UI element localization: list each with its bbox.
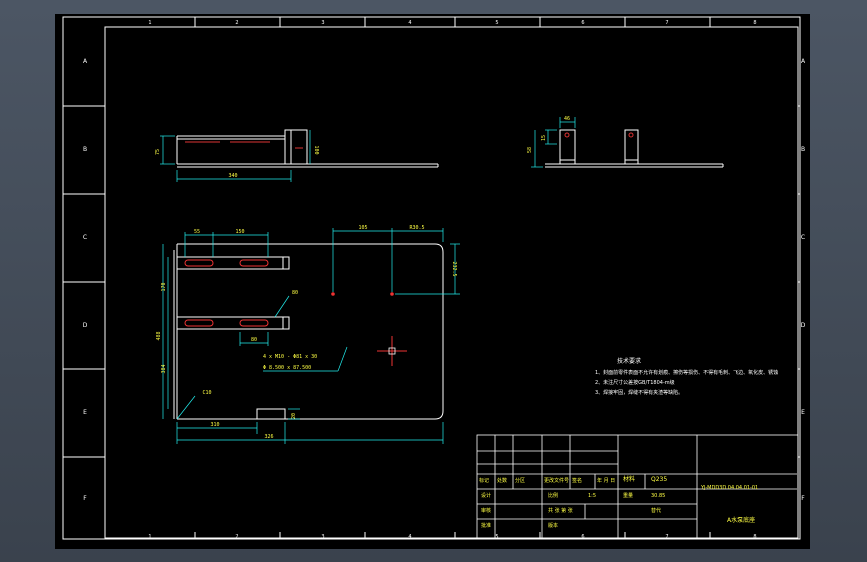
tb-scale-label: 比例 xyxy=(548,492,558,499)
col-label-3: 3 xyxy=(321,20,324,26)
plan-dim-80a: 80 xyxy=(292,290,298,296)
plan-dim-384: 384 xyxy=(161,364,167,373)
plan-dim-r: R30.5 xyxy=(409,225,424,231)
front-dim-side: 75 xyxy=(155,149,161,155)
note-line-2: 2、未注尺寸公差按GB/T1804-m级 xyxy=(595,379,675,386)
note-line-3: 3、焊接牢固，焊缝不得有夹渣等缺陷。 xyxy=(595,389,683,396)
row-label-f: F xyxy=(83,495,87,502)
tb-header-2: 处数 xyxy=(497,477,507,484)
hole-note-2: Φ 8.500 x 87.500 xyxy=(263,365,311,371)
tb-design: 设计 xyxy=(481,492,491,499)
plan-dim-488: 488 xyxy=(156,331,162,340)
tb-weight-label: 重量 xyxy=(623,492,633,499)
front-dim-height: 100 xyxy=(313,145,319,154)
col-label-4-bottom: 4 xyxy=(408,534,411,540)
title-block: 材料 Q235 YJ-MDD3D.04.04.01-01 标记 处数 分区 更改… xyxy=(476,434,799,539)
side-dim-flange: 15 xyxy=(541,135,547,141)
tb-header-5: 签名 xyxy=(572,477,582,484)
tb-replace: 替代 xyxy=(651,507,661,514)
plan-dim-170: 170 xyxy=(161,282,167,291)
col-label-7: 7 xyxy=(665,20,668,26)
tb-weight: 30.85 xyxy=(651,493,665,499)
tb-approve: 批准 xyxy=(481,522,491,529)
tb-header-1: 标记 xyxy=(479,477,489,484)
hole-note-1: 4 x M10 - Φ81 x 30 xyxy=(263,354,317,360)
col-label-1-bottom: 1 xyxy=(148,534,151,540)
col-label-1: 1 xyxy=(148,20,151,26)
col-label-2: 2 xyxy=(235,20,238,26)
plan-dim-310: 310 xyxy=(210,422,219,428)
row-label-b: B xyxy=(83,146,87,153)
row-label-e: E xyxy=(83,409,87,416)
inner-border xyxy=(104,26,799,539)
notes-title: 技术要求 xyxy=(617,357,641,365)
tb-header-4: 更改文件号 xyxy=(544,477,569,484)
col-label-5: 5 xyxy=(495,20,498,26)
plan-dim-c10: C10 xyxy=(202,390,211,396)
cad-viewport[interactable]: A B C D E F A B C D E F 1 2 3 4 5 6 7 8 … xyxy=(55,14,810,549)
tb-part-name: A水泵底座 xyxy=(727,516,755,524)
row-label-e-right: E xyxy=(801,409,805,416)
col-label-6-bottom: 6 xyxy=(581,534,584,540)
drawing-canvas: A B C D E F A B C D E F 1 2 3 4 5 6 7 8 … xyxy=(62,16,806,540)
plan-dim-232: 232.5 xyxy=(451,261,457,276)
tb-version: 版本 xyxy=(548,522,558,529)
col-label-3-bottom: 3 xyxy=(321,534,324,540)
plan-dim-55: 55 xyxy=(194,229,200,235)
tb-material-label: 材料 xyxy=(623,475,635,483)
side-dim-width: 46 xyxy=(564,116,570,122)
row-label-d-right: D xyxy=(801,322,806,329)
plan-dim-105: 105 xyxy=(358,225,367,231)
plan-dim-326: 326 xyxy=(264,434,273,440)
col-label-8-bottom: 8 xyxy=(753,534,756,540)
tb-check: 审核 xyxy=(481,507,491,514)
tb-material: Q235 xyxy=(651,476,667,483)
technical-notes: 技术要求 1、封面前零件表面不允许有划痕、擦伤等损伤、不得有毛刺、飞边、氧化皮、… xyxy=(595,357,778,396)
tb-drawing-no: YJ-MDD3D.04.04.01-01 xyxy=(700,485,758,491)
row-label-d: D xyxy=(83,322,88,329)
plan-dim-20: 20 xyxy=(291,413,297,419)
row-label-a: A xyxy=(83,58,88,65)
front-dim-length: 340 xyxy=(228,173,237,179)
tb-header-6: 年 月 日 xyxy=(597,477,615,484)
col-label-6: 6 xyxy=(581,20,584,26)
row-label-a-right: A xyxy=(801,58,806,65)
side-view: 46 15 58 xyxy=(527,116,724,168)
col-label-5-bottom: 5 xyxy=(495,534,498,540)
side-dim-height: 58 xyxy=(527,147,533,153)
note-line-1: 1、封面前零件表面不允许有划痕、擦伤等损伤、不得有毛刺、飞边、氧化皮、锈蚀 xyxy=(595,369,778,376)
plan-dim-150: 150 xyxy=(235,229,244,235)
plan-dim-80b: 80 xyxy=(251,337,257,343)
col-label-4: 4 xyxy=(408,20,411,26)
col-label-7-bottom: 7 xyxy=(665,534,668,540)
col-zone-ticks xyxy=(194,17,711,539)
row-label-b-right: B xyxy=(801,146,805,153)
row-label-f-right: F xyxy=(801,495,805,502)
plan-view: 55 150 105 R30.5 170 80 80 488 384 C10 3… xyxy=(156,225,460,444)
row-label-c: C xyxy=(83,234,87,241)
row-label-c-right: C xyxy=(801,234,805,241)
front-view: 340 100 75 xyxy=(155,129,439,182)
tb-sheet: 共 张 第 张 xyxy=(548,507,573,514)
col-label-8: 8 xyxy=(753,20,756,26)
col-label-2-bottom: 2 xyxy=(235,534,238,540)
tb-header-3: 分区 xyxy=(515,477,525,484)
tb-scale: 1:5 xyxy=(588,493,596,499)
